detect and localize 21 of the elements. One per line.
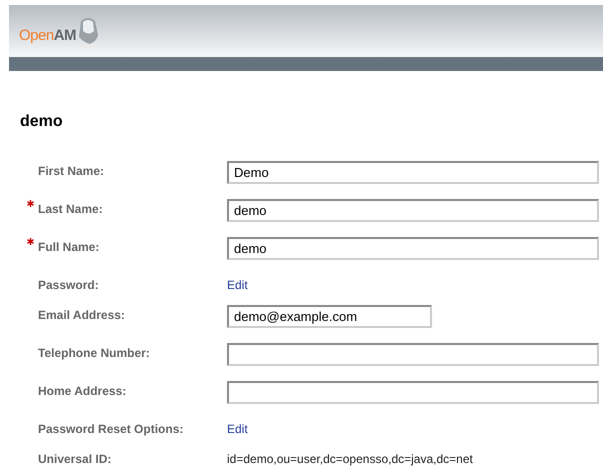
field-label: Universal ID:	[38, 452, 112, 466]
field-label: Full Name:	[38, 240, 100, 254]
field-label: Email Address:	[38, 308, 125, 322]
field-label: Password Reset Options:	[38, 422, 184, 436]
logo-text: OpenAM	[19, 26, 76, 44]
logo-icon	[77, 17, 100, 45]
input-field[interactable]: demo@example.com	[227, 305, 432, 328]
value-text: id=demo,ou=user,dc=opensso,dc=java,dc=net	[227, 451, 474, 466]
page-title: demo	[20, 113, 64, 131]
edit-link[interactable]: Edit	[227, 419, 248, 436]
input-field[interactable]	[227, 381, 599, 404]
input-field[interactable]: demo	[227, 237, 599, 260]
field-label: First Name:	[38, 164, 104, 178]
field-label: Password:	[38, 278, 99, 292]
field-label: Last Name:	[38, 202, 103, 216]
input-field[interactable]: Demo	[227, 161, 599, 184]
input-field[interactable]: demo	[227, 199, 599, 222]
edit-link[interactable]: Edit	[227, 275, 248, 292]
field-label: Home Address:	[38, 384, 126, 398]
field-label: Telephone Number:	[38, 346, 150, 360]
input-field[interactable]	[227, 343, 599, 366]
